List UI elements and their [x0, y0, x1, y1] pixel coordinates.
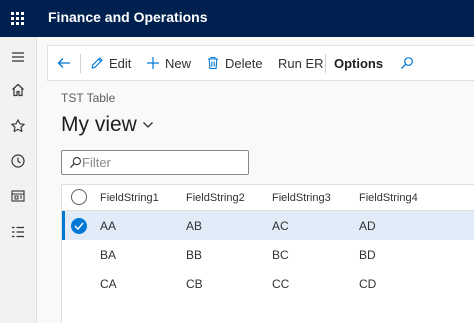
view-selector[interactable]: My view: [61, 113, 154, 137]
column-header-fieldstring2[interactable]: FieldString2: [186, 185, 245, 210]
table-cell[interactable]: AA: [100, 211, 116, 240]
app-launcher-icon[interactable]: [11, 12, 25, 26]
column-header-fieldstring3[interactable]: FieldString3: [272, 185, 331, 210]
top-navigation-bar: Finance and Operations: [0, 0, 474, 37]
delete-button[interactable]: Delete: [206, 46, 263, 80]
row-checkbox-checked[interactable]: [71, 218, 87, 234]
back-arrow-icon: [57, 58, 70, 68]
plus-icon: [147, 57, 159, 69]
filter-box[interactable]: [61, 150, 249, 175]
new-button[interactable]: New: [146, 46, 191, 80]
table-cell[interactable]: BA: [100, 240, 116, 269]
table-row-selected[interactable]: AA AB AC AD: [62, 211, 474, 240]
table-cell[interactable]: BC: [272, 240, 289, 269]
selection-indicator: [62, 211, 65, 240]
edit-label: Edit: [109, 55, 132, 71]
table-cell[interactable]: CA: [100, 269, 117, 298]
table-cell[interactable]: CB: [186, 269, 203, 298]
navigation-pane: [0, 37, 37, 323]
action-divider: [80, 54, 81, 73]
trash-icon: [208, 56, 218, 70]
home-icon[interactable]: [6, 78, 30, 102]
table-row[interactable]: CA CB CC CD: [62, 269, 474, 298]
grid-header-row: FieldString1 FieldString2 FieldString3 F…: [62, 185, 474, 211]
table-cell[interactable]: AB: [186, 211, 202, 240]
search-button[interactable]: [400, 46, 419, 80]
column-header-fieldstring4[interactable]: FieldString4: [359, 185, 418, 210]
favorites-star-icon[interactable]: [6, 114, 30, 138]
action-divider: [325, 54, 326, 73]
hamburger-menu-icon[interactable]: [6, 45, 30, 69]
edit-button[interactable]: Edit: [90, 46, 131, 80]
data-grid: FieldString1 FieldString2 FieldString3 F…: [61, 184, 474, 323]
edit-pencil-icon: [91, 57, 103, 69]
new-label: New: [165, 55, 192, 71]
content-area: Edit New Delete Run ER Options TST Table…: [38, 37, 474, 323]
recent-clock-icon[interactable]: [6, 149, 30, 173]
workspaces-icon[interactable]: [6, 184, 30, 208]
search-icon: [69, 157, 81, 169]
breadcrumb: TST Table: [61, 91, 116, 105]
table-cell[interactable]: AD: [359, 211, 376, 240]
table-cell[interactable]: BD: [359, 240, 376, 269]
back-button[interactable]: [56, 46, 77, 80]
search-icon: [401, 57, 413, 69]
delete-label: Delete: [225, 55, 263, 71]
run-er-label: Run ER: [278, 55, 324, 71]
chevron-down-icon: [142, 122, 153, 128]
table-row[interactable]: BA BB BC BD: [62, 240, 474, 269]
app-title[interactable]: Finance and Operations: [48, 9, 207, 25]
table-cell[interactable]: AC: [272, 211, 289, 240]
action-pane: Edit New Delete Run ER Options: [47, 45, 474, 81]
view-name: My view: [61, 113, 137, 136]
filter-input[interactable]: [82, 154, 242, 171]
options-tab[interactable]: Options: [334, 46, 383, 80]
table-cell[interactable]: BB: [186, 240, 202, 269]
column-header-fieldstring1[interactable]: FieldString1: [100, 185, 159, 210]
modules-list-icon[interactable]: [6, 220, 30, 244]
table-cell[interactable]: CD: [359, 269, 376, 298]
table-cell[interactable]: CC: [272, 269, 289, 298]
check-icon: [74, 222, 84, 230]
options-label: Options: [334, 55, 384, 71]
select-all-radio[interactable]: [71, 189, 87, 205]
run-er-button[interactable]: Run ER: [278, 46, 324, 80]
